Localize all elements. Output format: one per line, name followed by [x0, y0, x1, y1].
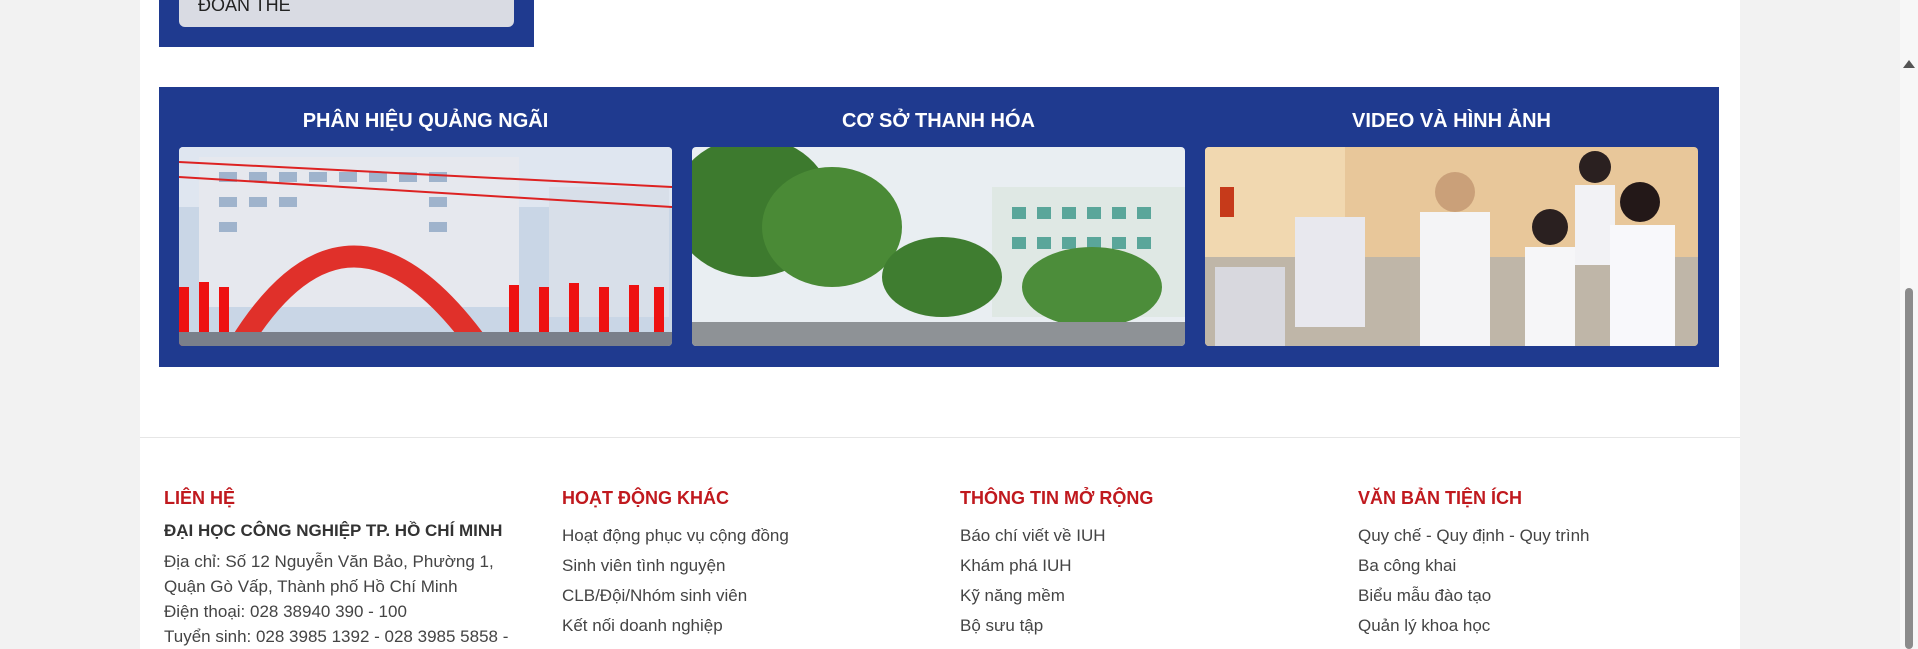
link-public-disclosure[interactable]: Ba công khai	[1358, 551, 1748, 581]
contact-heading: LIÊN HỆ	[164, 488, 236, 508]
documents-heading: VĂN BẢN TIỆN ÍCH	[1358, 488, 1523, 508]
university-name: ĐẠI HỌC CÔNG NGHIỆP TP. HỒ CHÍ MINH	[164, 521, 503, 540]
lab-photo[interactable]	[1205, 147, 1698, 346]
link-soft-skills[interactable]: Kỹ năng mềm	[960, 581, 1350, 611]
quang-ngai-photo[interactable]	[179, 147, 672, 346]
address-line-2: Quận Gò Vấp, Thành phố Hồ Chí Minh	[164, 577, 458, 596]
card-title[interactable]: VIDEO VÀ HÌNH ẢNH	[1205, 110, 1698, 133]
admission-phone-text: Tuyển sinh: 028 3985 1392 - 028 3985 585…	[164, 627, 509, 646]
footer-divider	[140, 437, 1740, 438]
link-science-management[interactable]: Quản lý khoa học	[1358, 611, 1748, 641]
link-press[interactable]: Báo chí viết về IUH	[960, 521, 1350, 551]
link-explore[interactable]: Khám phá IUH	[960, 551, 1350, 581]
page-content: ĐOÀN THỂ PHÂN HIỆU QUẢNG NGÃI CƠ SỞ THAN…	[140, 0, 1740, 649]
doan-the-button[interactable]: ĐOÀN THỂ	[179, 0, 514, 27]
address-line-1: Địa chỉ: Số 12 Nguyễn Văn Bảo, Phường 1,	[164, 552, 494, 571]
link-training-forms[interactable]: Biểu mẫu đào tạo	[1358, 581, 1748, 611]
scrollbar-thumb[interactable]	[1905, 288, 1913, 649]
card-title[interactable]: PHÂN HIỆU QUẢNG NGÃI	[179, 110, 672, 133]
link-business-connect[interactable]: Kết nối doanh nghiệp	[562, 611, 952, 641]
footer-documents: VĂN BẢN TIỆN ÍCH Quy chế - Quy định - Qu…	[1358, 488, 1748, 641]
link-collection[interactable]: Bộ sưu tập	[960, 611, 1350, 641]
sidebar-menu-box: ĐOÀN THỂ	[159, 0, 534, 47]
link-volunteer[interactable]: Sinh viên tình nguyện	[562, 551, 952, 581]
phone-text: Điện thoại: 028 38940 390 - 100	[164, 602, 407, 621]
card-title[interactable]: CƠ SỞ THANH HÓA	[692, 110, 1185, 133]
thanh-hoa-photo[interactable]	[692, 147, 1185, 346]
extended-info-heading: THÔNG TIN MỞ RỘNG	[960, 488, 1154, 508]
link-regulations[interactable]: Quy chế - Quy định - Quy trình	[1358, 521, 1748, 551]
link-student-clubs[interactable]: CLB/Đội/Nhóm sinh viên	[562, 581, 952, 611]
scrollbar[interactable]	[1900, 0, 1918, 649]
link-community-service[interactable]: Hoạt động phục vụ cộng đồng	[562, 521, 952, 551]
footer-extended-info: THÔNG TIN MỞ RỘNG Báo chí viết về IUH Kh…	[960, 488, 1350, 641]
other-activities-heading: HOẠT ĐỘNG KHÁC	[562, 488, 729, 508]
campus-banner: PHÂN HIỆU QUẢNG NGÃI CƠ SỞ THANH HÓA VID…	[159, 87, 1719, 367]
footer-contact: LIÊN HỆ ĐẠI HỌC CÔNG NGHIỆP TP. HỒ CHÍ M…	[164, 488, 554, 649]
footer-other-activities: HOẠT ĐỘNG KHÁC Hoạt động phục vụ cộng đồ…	[562, 488, 952, 641]
scroll-up-arrow-icon[interactable]	[1903, 60, 1915, 68]
